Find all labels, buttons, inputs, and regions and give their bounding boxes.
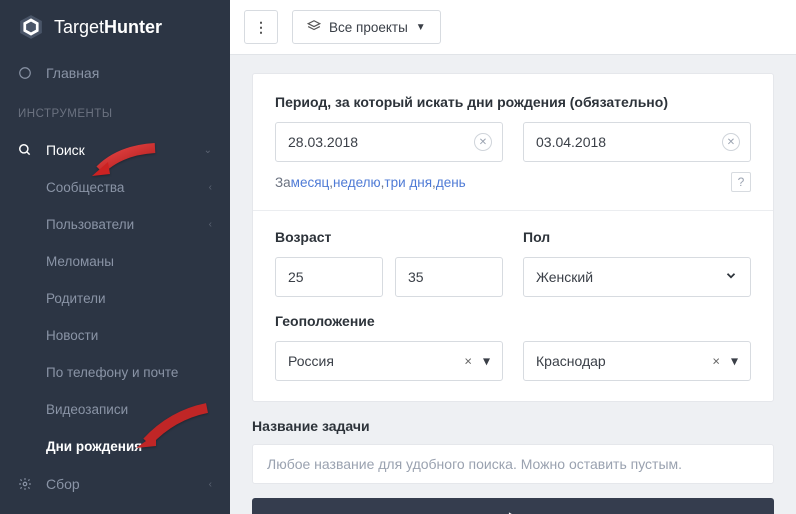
link-month[interactable]: месяц xyxy=(291,175,330,190)
nav-videos[interactable]: Видеозаписи xyxy=(0,391,230,428)
nav-label: Главная xyxy=(46,65,99,81)
gender-label: Пол xyxy=(523,229,751,245)
age-from-input[interactable]: 25 xyxy=(275,257,383,297)
menu-button[interactable]: ⋮ xyxy=(244,10,278,44)
nav-label: Поиск xyxy=(46,142,85,158)
period-quick-links: За месяц, неделю, три дня, день ? xyxy=(275,172,751,192)
period-to-input[interactable]: 03.04.2018✕ xyxy=(523,122,751,162)
task-name-input[interactable]: Любое название для удобного поиска. Можн… xyxy=(252,444,774,484)
geo-label: Геоположение xyxy=(275,313,751,329)
chevron-left-icon: ‹ xyxy=(209,479,212,490)
topbar: ⋮ Все проекты ▼ xyxy=(230,0,796,55)
logo-bar: TargetHunter xyxy=(0,0,230,54)
geo-city-select[interactable]: Краснодар×▾ xyxy=(523,341,751,381)
nav-section-tools: ИНСТРУМЕНТЫ xyxy=(0,92,230,131)
clear-icon[interactable]: ✕ xyxy=(474,133,492,151)
clear-icon[interactable]: × xyxy=(464,354,472,369)
run-button[interactable] xyxy=(252,498,774,514)
home-icon xyxy=(18,66,34,80)
task-label: Название задачи xyxy=(252,418,774,434)
help-button[interactable]: ? xyxy=(731,172,751,192)
nav-label: Сбор xyxy=(46,476,80,492)
geo-country-select[interactable]: Россия×▾ xyxy=(275,341,503,381)
projects-dropdown[interactable]: Все проекты ▼ xyxy=(292,10,441,44)
logo-icon xyxy=(18,14,44,40)
sidebar: TargetHunter Главная ИНСТРУМЕНТЫ Поиск ⌄… xyxy=(0,0,230,514)
content-scroll: Период, за который искать дни рождения (… xyxy=(230,55,796,514)
link-day[interactable]: день xyxy=(436,175,466,190)
main-area: ⋮ Все проекты ▼ Период, за который искат… xyxy=(230,0,796,514)
chevron-left-icon: ‹ xyxy=(209,219,212,230)
nav-parents[interactable]: Родители xyxy=(0,280,230,317)
link-three-days[interactable]: три дня xyxy=(384,175,432,190)
caret-down-icon: ▼ xyxy=(416,22,426,33)
nav-phone-mail[interactable]: По телефону и почте xyxy=(0,354,230,391)
filters-card: Период, за который искать дни рождения (… xyxy=(252,73,774,402)
search-icon xyxy=(18,143,34,157)
projects-label: Все проекты xyxy=(329,20,408,35)
nav-home[interactable]: Главная xyxy=(0,54,230,92)
nav-melomans[interactable]: Меломаны xyxy=(0,243,230,280)
clear-icon[interactable]: × xyxy=(712,354,720,369)
layers-icon xyxy=(307,19,321,36)
caret-down-icon xyxy=(724,269,738,286)
clear-icon[interactable]: ✕ xyxy=(722,133,740,151)
nav-collect[interactable]: Сбор ‹ xyxy=(0,465,230,503)
nav-users[interactable]: Пользователи‹ xyxy=(0,206,230,243)
gender-select[interactable]: Женский xyxy=(523,257,751,297)
age-to-input[interactable]: 35 xyxy=(395,257,503,297)
nav-news[interactable]: Новости xyxy=(0,317,230,354)
brand-text: TargetHunter xyxy=(54,17,162,38)
nav-communities[interactable]: Сообщества‹ xyxy=(0,169,230,206)
nav-birthdays[interactable]: Дни рождения xyxy=(0,428,230,465)
gear-icon xyxy=(18,477,34,491)
age-label: Возраст xyxy=(275,229,503,245)
caret-down-icon: ▾ xyxy=(731,353,738,370)
play-icon xyxy=(506,511,520,514)
chevron-left-icon: ‹ xyxy=(209,182,212,193)
divider xyxy=(253,210,773,211)
period-label: Период, за который искать дни рождения (… xyxy=(275,94,751,110)
period-from-input[interactable]: 28.03.2018✕ xyxy=(275,122,503,162)
chevron-down-icon: ⌄ xyxy=(204,145,212,156)
nav-search[interactable]: Поиск ⌄ xyxy=(0,131,230,169)
caret-down-icon: ▾ xyxy=(483,353,490,370)
link-week[interactable]: неделю xyxy=(333,175,381,190)
